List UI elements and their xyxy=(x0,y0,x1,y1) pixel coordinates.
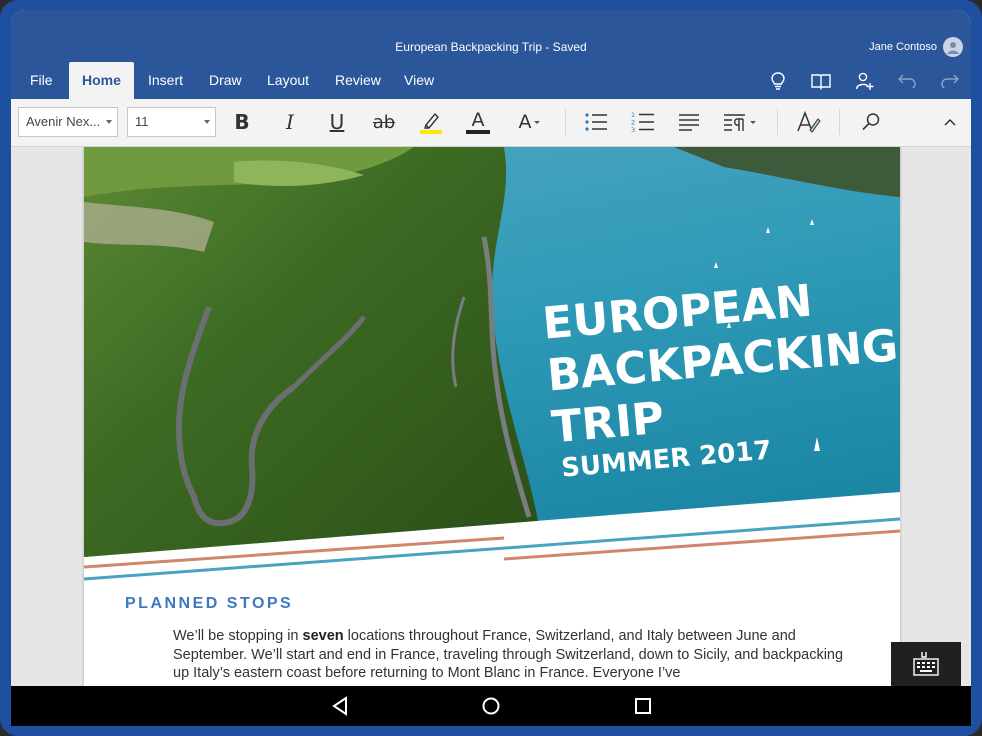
highlighter-icon xyxy=(420,112,442,134)
font-color-glyph: A xyxy=(471,109,485,131)
tab-draw[interactable]: Draw xyxy=(196,62,255,99)
paragraph-icon xyxy=(724,114,756,131)
home-circle-icon xyxy=(482,697,500,715)
italic-button[interactable]: I xyxy=(272,107,308,137)
back-triangle-icon xyxy=(332,696,347,716)
svg-text:3: 3 xyxy=(631,126,635,133)
highlight-color-swatch xyxy=(420,130,442,134)
align-button[interactable] xyxy=(671,107,707,137)
underline-button[interactable]: U xyxy=(319,107,355,137)
highlight-button[interactable] xyxy=(413,107,449,137)
user-account[interactable]: Jane Contoso xyxy=(869,37,963,57)
document-canvas[interactable]: EUROPEAN BACKPACKING TRIP SUMMER 2017 PL… xyxy=(11,147,971,686)
ribbon-quick-actions xyxy=(756,62,971,99)
bold-button[interactable]: B xyxy=(224,107,260,137)
body-paragraph[interactable]: We’ll be stopping in seven locations thr… xyxy=(173,627,863,683)
document-title: European Backpacking Trip - Saved xyxy=(395,40,587,54)
home-button[interactable] xyxy=(479,694,503,718)
person-icon xyxy=(947,42,959,54)
numbered-list-icon: 1 2 3 xyxy=(631,111,654,133)
font-size-grow-button[interactable]: A xyxy=(509,107,551,137)
recents-square-icon xyxy=(635,698,651,714)
font-color-button[interactable]: A xyxy=(460,107,496,137)
keyboard-icon xyxy=(913,652,939,676)
tablet-device: European Backpacking Trip - Saved Jane C… xyxy=(0,0,982,736)
formatting-toolbar: Avenir Nex... 11 B I U ab A A 1 2 3 xyxy=(11,99,971,147)
title-bar: European Backpacking Trip - Saved Jane C… xyxy=(11,10,971,64)
back-button[interactable] xyxy=(328,694,352,718)
chevron-down-icon xyxy=(106,120,112,124)
toolbar-divider xyxy=(839,109,840,135)
user-name: Jane Contoso xyxy=(869,41,937,53)
paragraph-bold-text: seven xyxy=(302,628,344,644)
bulleted-list-icon xyxy=(585,113,607,131)
section-heading: PLANNED STOPS xyxy=(125,595,294,612)
tab-view[interactable]: View xyxy=(391,62,447,99)
keyboard-toggle-button[interactable] xyxy=(891,642,961,686)
bullets-button[interactable] xyxy=(578,107,614,137)
font-name-value: Avenir Nex... xyxy=(26,114,101,129)
tab-home[interactable]: Home xyxy=(69,62,134,99)
hero-image: EUROPEAN BACKPACKING TRIP SUMMER 2017 xyxy=(84,147,900,581)
paragraph-text-before: We’ll be stopping in xyxy=(173,628,303,644)
chevron-down-icon xyxy=(204,120,210,124)
system-navigation-bar xyxy=(11,686,971,726)
recents-button[interactable] xyxy=(631,694,655,718)
share-person-icon[interactable] xyxy=(842,62,885,99)
tab-layout[interactable]: Layout xyxy=(254,62,322,99)
find-button[interactable] xyxy=(853,107,889,137)
numbering-button[interactable]: 1 2 3 xyxy=(625,107,661,137)
tab-review[interactable]: Review xyxy=(322,62,394,99)
font-size-dropdown[interactable]: 11 xyxy=(127,107,216,137)
paragraph-format-button[interactable] xyxy=(717,107,763,137)
tab-file[interactable]: File xyxy=(17,62,66,99)
styles-button[interactable] xyxy=(791,107,827,137)
styles-icon xyxy=(797,110,821,133)
toolbar-divider xyxy=(777,109,778,135)
search-icon xyxy=(862,113,880,131)
font-size-value: 11 xyxy=(135,114,149,129)
tab-insert[interactable]: Insert xyxy=(135,62,196,99)
redo-icon[interactable] xyxy=(928,62,971,99)
collapse-ribbon-button[interactable] xyxy=(935,107,965,137)
chevron-up-icon xyxy=(944,118,956,126)
font-color-swatch xyxy=(466,130,490,134)
book-icon[interactable] xyxy=(799,62,842,99)
hero-title-line-3: TRIP xyxy=(550,393,667,454)
font-name-dropdown[interactable]: Avenir Nex... xyxy=(18,107,118,137)
undo-icon[interactable] xyxy=(885,62,928,99)
chevron-down-icon xyxy=(533,121,540,124)
screen: European Backpacking Trip - Saved Jane C… xyxy=(11,10,971,726)
font-size-glyph: A xyxy=(518,111,532,133)
align-left-icon xyxy=(679,114,699,131)
ribbon-tabs: File Home Insert Draw Layout Review View xyxy=(11,62,971,99)
document-page[interactable]: EUROPEAN BACKPACKING TRIP SUMMER 2017 PL… xyxy=(84,147,900,686)
avatar[interactable] xyxy=(943,37,963,57)
strikethrough-button[interactable]: ab xyxy=(366,107,402,137)
lightbulb-icon[interactable] xyxy=(756,62,799,99)
toolbar-divider xyxy=(565,109,566,135)
